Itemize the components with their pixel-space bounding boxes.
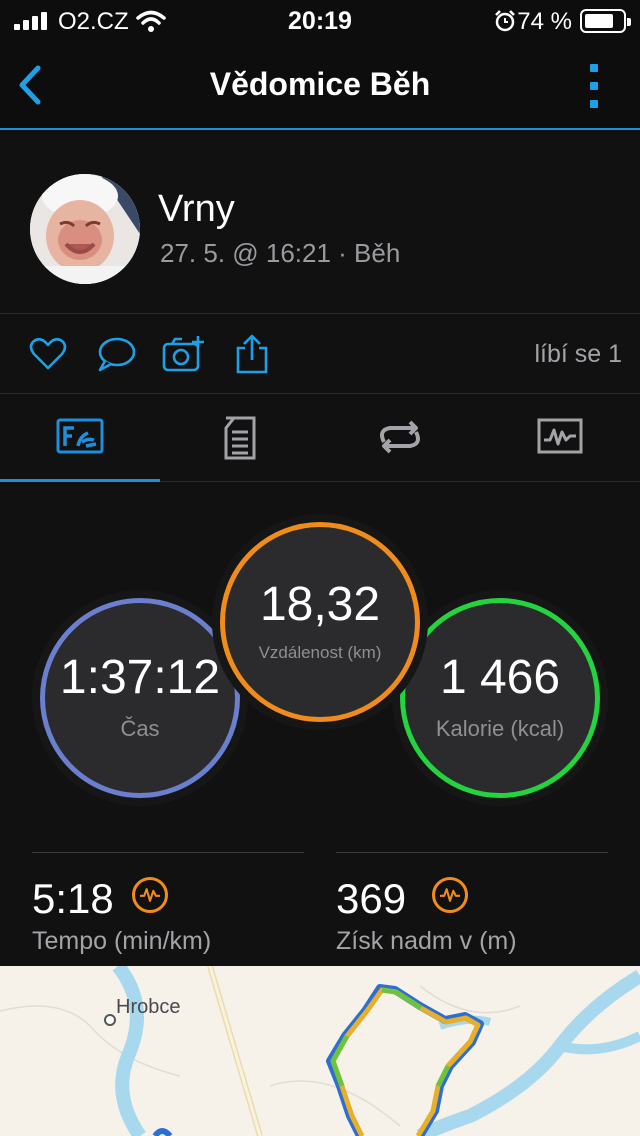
charts-icon (537, 418, 583, 454)
like-heart-icon[interactable] (28, 334, 68, 374)
battery-percentage: 74 % (517, 8, 572, 35)
elevation-metric[interactable]: 369 Získ nadm v (m) (336, 852, 608, 955)
time-value: 1:37:12 (59, 651, 221, 704)
tab-charts[interactable] (480, 394, 640, 482)
battery-icon (580, 9, 631, 33)
tab-overview[interactable] (0, 394, 160, 483)
pace-label: Tempo (min/km) (32, 927, 212, 955)
activity-tabs (0, 394, 640, 483)
elevation-value: 369 (336, 875, 407, 922)
distance-label: Vzdálenost (km) (258, 643, 382, 662)
elevation-label: Získ nadm v (m) (336, 927, 517, 955)
route-map[interactable]: Hrobce (0, 966, 640, 1136)
activity-owner: Vrny 27. 5. @ 16:21 · Běh (0, 130, 640, 314)
overview-icon (56, 418, 104, 454)
calories-value: 1 466 (439, 651, 561, 704)
map-town-label: Hrobce (116, 996, 181, 1018)
tab-laps[interactable] (320, 394, 480, 482)
comment-icon[interactable] (96, 334, 136, 374)
page-title: Vědomice Běh (209, 66, 431, 102)
time-stat-circle[interactable]: 1:37:12 Čas (40, 598, 240, 798)
navigation-bar: Vědomice Běh (0, 42, 640, 130)
laps-repeat-icon (380, 420, 420, 454)
more-options-icon[interactable] (588, 64, 600, 108)
distance-stat-circle[interactable]: 18,32 Vzdálenost (km) (220, 522, 420, 722)
activity-stats: 1:37:12 Čas 1 466 Kalorie (kcal) 18,32 V… (0, 482, 640, 966)
activity-date-type: 27. 5. @ 16:21 · Běh (160, 238, 401, 268)
avatar[interactable] (30, 174, 140, 284)
time-label: Čas (120, 716, 160, 741)
pace-metric[interactable]: 5:18 Tempo (min/km) (32, 852, 304, 955)
status-bar: O2.CZ 20:19 74 % (0, 0, 640, 42)
share-icon[interactable] (232, 334, 272, 374)
calories-label: Kalorie (kcal) (435, 716, 565, 741)
calories-stat-circle[interactable]: 1 466 Kalorie (kcal) (400, 598, 600, 798)
map-canvas (0, 966, 640, 1136)
details-list-icon (224, 416, 256, 460)
pace-value: 5:18 (32, 875, 114, 922)
likes-count[interactable]: líbí se 1 (534, 340, 622, 369)
social-actions: líbí se 1 (0, 314, 640, 394)
alarm-icon (495, 10, 515, 32)
pace-chart-icon (132, 877, 168, 913)
tab-details[interactable] (160, 394, 320, 482)
distance-value: 18,32 (259, 578, 381, 631)
elevation-chart-icon (432, 877, 468, 913)
add-photo-icon[interactable] (162, 334, 206, 374)
user-name[interactable]: Vrny (158, 188, 235, 231)
